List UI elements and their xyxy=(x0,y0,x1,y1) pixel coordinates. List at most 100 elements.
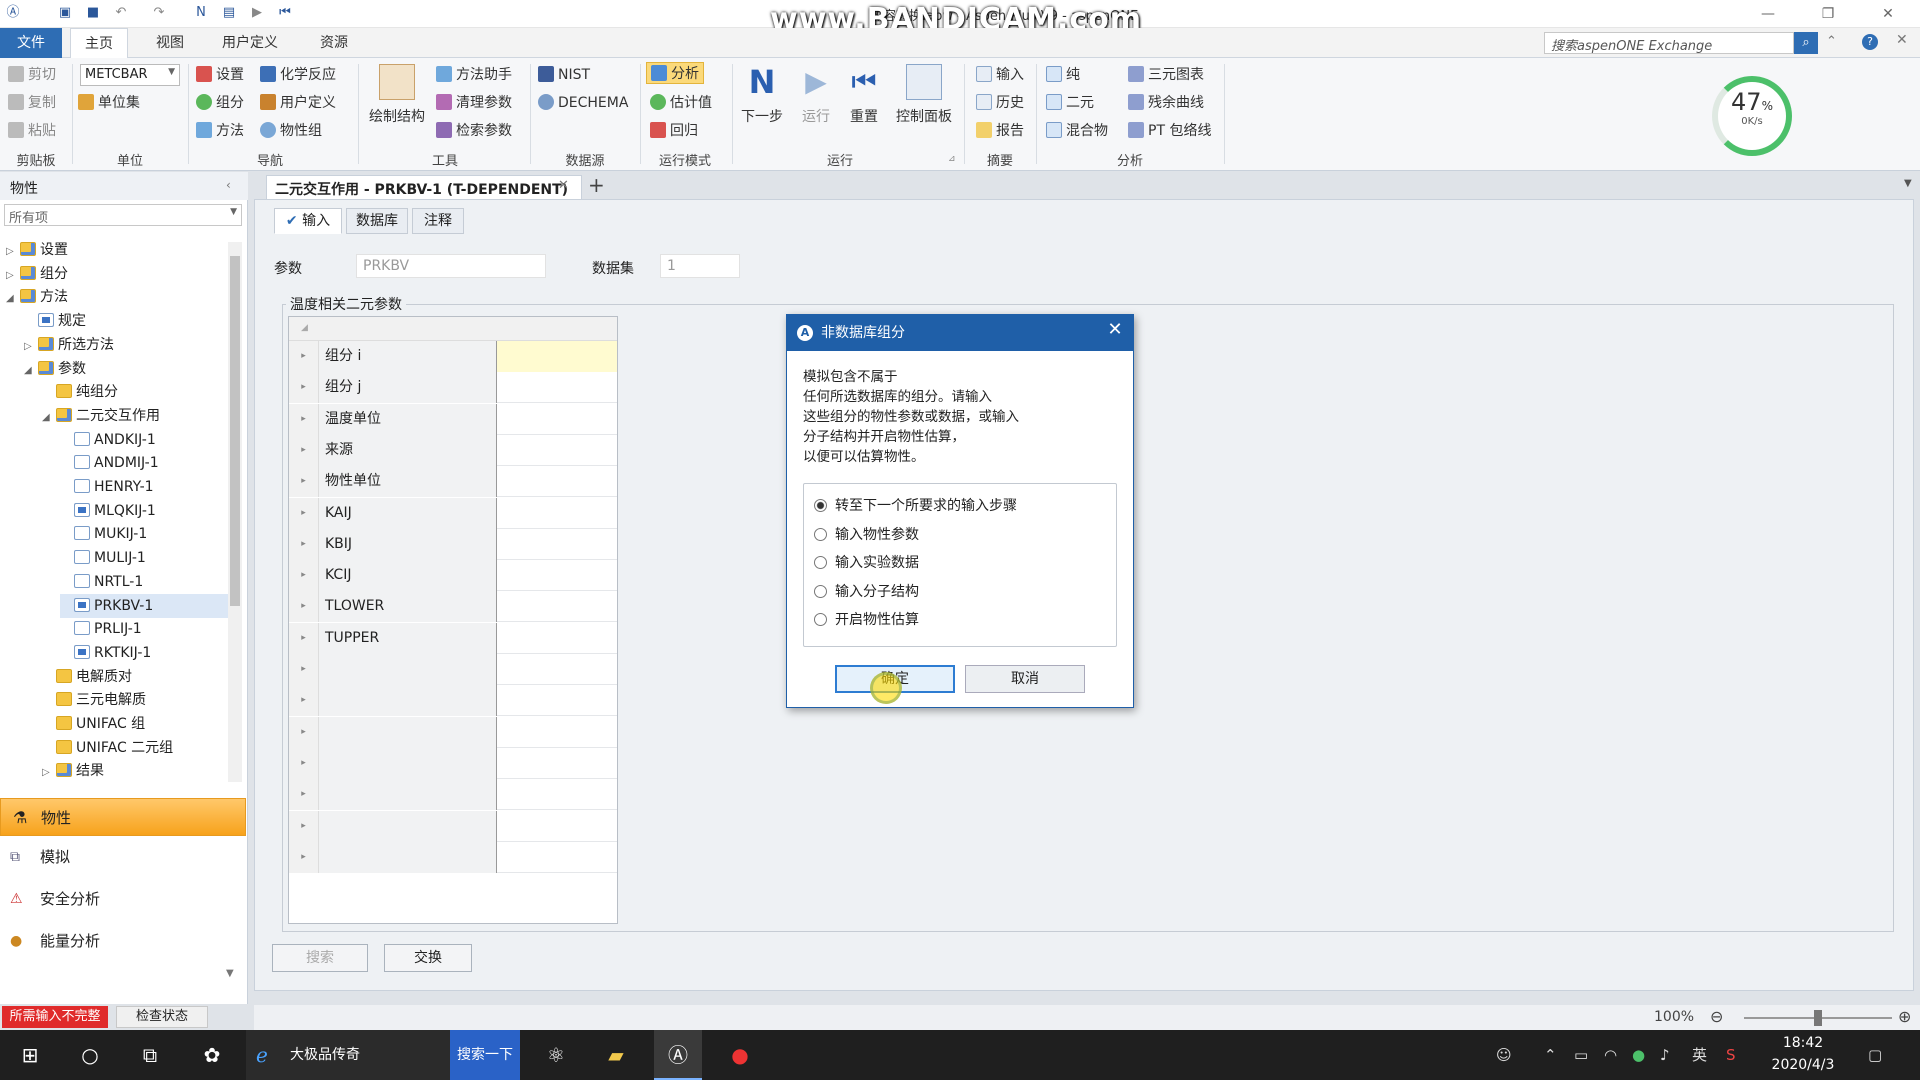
tree-item[interactable]: MULIJ-1 xyxy=(60,546,146,570)
row-header[interactable]: ▸ xyxy=(289,372,319,404)
row-value-cell[interactable] xyxy=(497,372,617,403)
tray-expand-icon[interactable]: ⌃ xyxy=(1544,1030,1557,1080)
tree-expander-icon[interactable]: ▷ xyxy=(24,335,38,359)
pane-more-icon[interactable]: ▼ xyxy=(226,968,234,979)
reset-icon[interactable]: ⏮ xyxy=(276,4,294,22)
menu-custom[interactable]: 用户定义 xyxy=(208,28,292,58)
app-icon[interactable]: ✿ xyxy=(190,1030,234,1080)
next-icon[interactable]: N xyxy=(192,4,210,22)
tab-database[interactable]: 数据库 xyxy=(346,208,408,234)
row-value-cell[interactable] xyxy=(497,779,617,810)
row-header[interactable]: ▸ xyxy=(289,434,319,466)
next-step-button[interactable]: N 下一步 xyxy=(736,64,788,126)
row-value-cell[interactable] xyxy=(497,654,617,685)
estimate-mode-button[interactable]: 估计值 xyxy=(650,92,712,114)
pt-envelope-button[interactable]: PT 包络线 xyxy=(1128,120,1211,142)
run-icon[interactable]: ▶ xyxy=(248,4,266,22)
add-tab-icon[interactable]: + xyxy=(588,173,605,197)
tab-list-icon[interactable]: ▼ xyxy=(1904,178,1912,189)
chem-button[interactable]: 化学反应 xyxy=(260,64,336,86)
row-header[interactable]: ▸ xyxy=(289,685,319,717)
zoom-in-icon[interactable]: ⊕ xyxy=(1898,1007,1911,1026)
row-header[interactable]: ▸ xyxy=(289,560,319,592)
history-button[interactable]: 历史 xyxy=(976,92,1024,114)
run-button[interactable]: ▶ 运行 xyxy=(792,64,840,126)
document-tab[interactable]: 二元交互作用 - PRKBV-1 (T-DEPENDENT) xyxy=(266,175,582,199)
file-explorer-icon[interactable]: ▰ xyxy=(592,1030,640,1080)
row-value-cell[interactable] xyxy=(497,842,617,873)
row-header[interactable]: ▸ xyxy=(289,403,319,435)
summary-input-button[interactable]: 输入 xyxy=(976,64,1024,86)
menu-resources[interactable]: 资源 xyxy=(306,28,362,58)
tree-item[interactable]: 三元电解质 xyxy=(42,688,146,712)
clean-params-button[interactable]: 清理参数 xyxy=(436,92,512,114)
propsets-button[interactable]: 物性组 xyxy=(260,120,322,142)
unit-sets-button[interactable]: 单位集 xyxy=(78,92,140,114)
row-header[interactable]: ▸ xyxy=(289,779,319,811)
option-radio[interactable]: 输入分子结构 xyxy=(814,580,919,604)
nav-safety[interactable]: ⚠ 安全分析 xyxy=(0,880,246,918)
retrieve-params-button[interactable]: 检索参数 xyxy=(436,120,512,142)
tree-item[interactable]: PRLIJ-1 xyxy=(60,617,142,641)
row-header[interactable]: ▸ xyxy=(289,466,319,498)
dialog-close-icon[interactable]: ✕ xyxy=(1101,319,1129,340)
tab-close-icon[interactable]: ✕ xyxy=(558,178,569,193)
tree-item[interactable]: NRTL-1 xyxy=(60,570,143,594)
setup-button[interactable]: 设置 xyxy=(196,64,244,86)
windows-start-icon[interactable]: ⊞ xyxy=(8,1030,52,1080)
menu-view[interactable]: 视图 xyxy=(142,28,198,58)
row-value-cell[interactable] xyxy=(497,685,617,716)
tree-item[interactable]: PRKBV-1 xyxy=(60,593,228,618)
nav-simulation[interactable]: ⧉ 模拟 xyxy=(0,838,246,876)
bandicam-icon[interactable]: ● xyxy=(716,1030,764,1080)
ribbon-close-icon[interactable]: ✕ xyxy=(1896,32,1908,48)
tree-filter-select[interactable]: 所有项 ▼ xyxy=(4,204,242,226)
security-tray-icon[interactable]: ● xyxy=(1632,1030,1645,1080)
exchange-search-input[interactable]: 搜索aspenONE Exchange xyxy=(1544,32,1794,54)
draw-structure-button[interactable]: 绘制结构 xyxy=(362,64,432,126)
search-button[interactable]: 搜索 xyxy=(272,944,368,972)
control-panel-button[interactable]: 控制面板 xyxy=(890,64,958,126)
control-icon[interactable]: ▤ xyxy=(220,4,238,22)
radio-icon[interactable] xyxy=(814,499,827,512)
report-button[interactable]: 报告 xyxy=(976,120,1024,142)
row-header[interactable]: ▸ xyxy=(289,497,319,529)
taskbar-search-button[interactable]: 搜索一下 xyxy=(450,1030,520,1080)
components-button[interactable]: 组分 xyxy=(196,92,244,114)
save-icon[interactable]: ■ xyxy=(84,4,102,22)
tree-expander-icon[interactable]: ◢ xyxy=(24,359,38,383)
row-header[interactable]: ▸ xyxy=(289,810,319,842)
zoom-out-icon[interactable]: ⊖ xyxy=(1710,1007,1723,1026)
ime-indicator[interactable]: 英 xyxy=(1692,1030,1707,1080)
row-header[interactable]: ▸ xyxy=(289,716,319,748)
tree-item[interactable]: 规定 xyxy=(24,309,86,333)
cortana-icon[interactable]: ○ xyxy=(68,1030,112,1080)
tree-expander-icon[interactable]: ▷ xyxy=(6,240,20,264)
tab-input[interactable]: ✔ 输入 xyxy=(274,208,342,234)
menu-file[interactable]: 文件 xyxy=(0,28,62,58)
tree-item[interactable]: MLQKIJ-1 xyxy=(60,499,156,523)
tree-expander-icon[interactable]: ▷ xyxy=(42,761,56,785)
check-status-button[interactable]: 检查状态 xyxy=(116,1006,208,1028)
tree-item[interactable]: ANDKIJ-1 xyxy=(60,428,156,452)
dechema-button[interactable]: DECHEMA xyxy=(538,92,628,114)
tree-item[interactable]: ◢ 方法 xyxy=(6,285,68,309)
row-header[interactable]: ▸ xyxy=(289,841,319,873)
param-field[interactable]: PRKBV xyxy=(356,254,546,278)
copy-button[interactable]: 复制 xyxy=(8,92,56,114)
aspen-plus-taskbar-icon[interactable]: Ⓐ xyxy=(654,1030,702,1080)
radio-icon[interactable] xyxy=(814,584,827,598)
undo-icon[interactable]: ↶ xyxy=(112,4,130,22)
reset-button[interactable]: ⏮ 重置 xyxy=(840,64,888,126)
dialog-launcher-icon[interactable]: ⊿ xyxy=(948,154,956,164)
row-value-cell[interactable] xyxy=(497,529,617,560)
nav-properties[interactable]: ⚗ 物性 xyxy=(0,798,246,836)
tree-expander-icon[interactable]: ◢ xyxy=(6,287,20,311)
analysis-mode-button[interactable]: 分析 xyxy=(646,62,704,84)
tree-expander-icon[interactable]: ◢ xyxy=(42,406,56,430)
option-radio[interactable]: 输入物性参数 xyxy=(814,523,919,547)
binary-analysis-button[interactable]: 二元 xyxy=(1046,92,1094,114)
regress-mode-button[interactable]: 回归 xyxy=(650,120,698,142)
pane-collapse-icon[interactable]: ‹ xyxy=(226,178,231,192)
row-value-cell[interactable] xyxy=(497,466,617,497)
